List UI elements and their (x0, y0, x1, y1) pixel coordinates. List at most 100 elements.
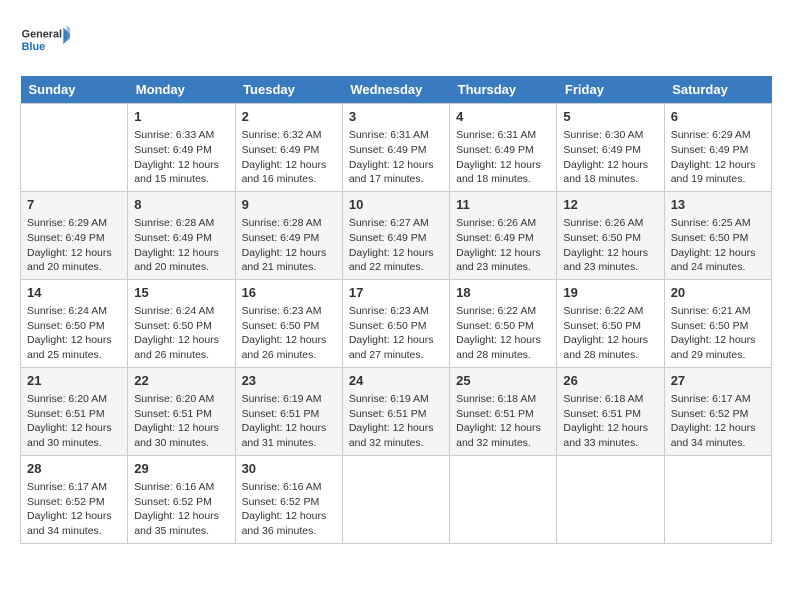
day-number: 26 (563, 372, 657, 390)
header: General Blue (20, 20, 772, 60)
day-number: 4 (456, 108, 550, 126)
column-header-thursday: Thursday (450, 76, 557, 104)
week-row-3: 14 Sunrise: 6:24 AM Sunset: 6:50 PM Dayli… (21, 279, 772, 367)
svg-text:General: General (22, 29, 62, 41)
day-info: Sunrise: 6:26 AM Sunset: 6:49 PM Dayligh… (456, 216, 550, 275)
day-cell (557, 455, 664, 543)
day-cell: 28Sunrise: 6:17 AM Sunset: 6:52 PM Dayli… (21, 455, 128, 543)
day-number: 19 (563, 284, 657, 302)
day-cell: 17Sunrise: 6:23 AM Sunset: 6:50 PM Dayli… (342, 279, 449, 367)
day-number: 11 (456, 196, 550, 214)
logo-svg: General Blue (20, 20, 70, 60)
column-header-monday: Monday (128, 76, 235, 104)
day-number: 1 (134, 108, 228, 126)
day-info: Sunrise: 6:25 AM Sunset: 6:50 PM Dayligh… (671, 216, 765, 275)
day-number: 7 (27, 196, 121, 214)
day-number: 14 (27, 284, 121, 302)
day-info: Sunrise: 6:22 AM Sunset: 6:50 PM Dayligh… (456, 304, 550, 363)
week-row-2: 7Sunrise: 6:29 AM Sunset: 6:49 PM Daylig… (21, 191, 772, 279)
day-number: 27 (671, 372, 765, 390)
day-number: 16 (242, 284, 336, 302)
day-number: 2 (242, 108, 336, 126)
day-number: 12 (563, 196, 657, 214)
day-number: 5 (563, 108, 657, 126)
day-info: Sunrise: 6:17 AM Sunset: 6:52 PM Dayligh… (671, 392, 765, 451)
column-header-sunday: Sunday (21, 76, 128, 104)
day-number: 24 (349, 372, 443, 390)
day-cell: 25 Sunrise: 6:18 AM Sunset: 6:51 PM Dayli… (450, 367, 557, 455)
day-info: Sunrise: 6:24 AM Sunset: 6:50 PM Dayligh… (134, 304, 228, 363)
day-info: Sunrise: 6:18 AM Sunset: 6:51 PM Dayligh… (456, 392, 550, 451)
column-header-tuesday: Tuesday (235, 76, 342, 104)
column-header-saturday: Saturday (664, 76, 771, 104)
day-number: 8 (134, 196, 228, 214)
day-number: 18 (456, 284, 550, 302)
day-cell: 5 Sunrise: 6:30 AM Sunset: 6:49 PM Daylig… (557, 104, 664, 192)
day-number: 10 (349, 196, 443, 214)
header-row: SundayMondayTuesdayWednesdayThursdayFrid… (21, 76, 772, 104)
logo: General Blue (20, 20, 70, 60)
day-info: Sunrise: 6:31 AM Sunset: 6:49 PM Dayligh… (456, 128, 550, 187)
day-cell (450, 455, 557, 543)
day-cell: 4 Sunrise: 6:31 AM Sunset: 6:49 PM Daylig… (450, 104, 557, 192)
day-cell: 10 Sunrise: 6:27 AM Sunset: 6:49 PM Dayli… (342, 191, 449, 279)
day-info: Sunrise: 6:16 AM Sunset: 6:52 PM Dayligh… (134, 480, 228, 539)
day-info: Sunrise: 6:32 AM Sunset: 6:49 PM Dayligh… (242, 128, 336, 187)
day-info: Sunrise: 6:30 AM Sunset: 6:49 PM Dayligh… (563, 128, 657, 187)
day-cell: 20 Sunrise: 6:21 AM Sunset: 6:50 PM Dayli… (664, 279, 771, 367)
day-info: Sunrise: 6:19 AM Sunset: 6:51 PM Dayligh… (349, 392, 443, 451)
day-cell (21, 104, 128, 192)
day-number: 13 (671, 196, 765, 214)
day-info: Sunrise: 6:27 AM Sunset: 6:49 PM Dayligh… (349, 216, 443, 275)
day-cell (342, 455, 449, 543)
day-cell: 13 Sunrise: 6:25 AM Sunset: 6:50 PM Dayli… (664, 191, 771, 279)
day-cell: 26 Sunrise: 6:18 AM Sunset: 6:51 PM Dayli… (557, 367, 664, 455)
week-row-5: 28Sunrise: 6:17 AM Sunset: 6:52 PM Dayli… (21, 455, 772, 543)
day-cell: 9Sunrise: 6:28 AM Sunset: 6:49 PM Daylig… (235, 191, 342, 279)
day-cell: 7Sunrise: 6:29 AM Sunset: 6:49 PM Daylig… (21, 191, 128, 279)
day-number: 6 (671, 108, 765, 126)
week-row-1: 1 Sunrise: 6:33 AM Sunset: 6:49 PM Daylig… (21, 104, 772, 192)
day-number: 20 (671, 284, 765, 302)
day-number: 17 (349, 284, 443, 302)
day-number: 3 (349, 108, 443, 126)
day-cell: 16 Sunrise: 6:23 AM Sunset: 6:50 PM Dayli… (235, 279, 342, 367)
day-info: Sunrise: 6:29 AM Sunset: 6:49 PM Dayligh… (671, 128, 765, 187)
day-cell: 24 Sunrise: 6:19 AM Sunset: 6:51 PM Dayli… (342, 367, 449, 455)
day-number: 23 (242, 372, 336, 390)
day-info: Sunrise: 6:20 AM Sunset: 6:51 PM Dayligh… (27, 392, 121, 451)
day-cell: 29Sunrise: 6:16 AM Sunset: 6:52 PM Dayli… (128, 455, 235, 543)
day-cell: 2 Sunrise: 6:32 AM Sunset: 6:49 PM Daylig… (235, 104, 342, 192)
day-info: Sunrise: 6:17 AM Sunset: 6:52 PM Dayligh… (27, 480, 121, 539)
day-info: Sunrise: 6:20 AM Sunset: 6:51 PM Dayligh… (134, 392, 228, 451)
day-cell: 14 Sunrise: 6:24 AM Sunset: 6:50 PM Dayli… (21, 279, 128, 367)
column-header-friday: Friday (557, 76, 664, 104)
day-number: 25 (456, 372, 550, 390)
day-info: Sunrise: 6:26 AM Sunset: 6:50 PM Dayligh… (563, 216, 657, 275)
day-info: Sunrise: 6:24 AM Sunset: 6:50 PM Dayligh… (27, 304, 121, 363)
week-row-4: 21 Sunrise: 6:20 AM Sunset: 6:51 PM Dayli… (21, 367, 772, 455)
day-cell: 23 Sunrise: 6:19 AM Sunset: 6:51 PM Dayli… (235, 367, 342, 455)
column-header-wednesday: Wednesday (342, 76, 449, 104)
day-cell: 21 Sunrise: 6:20 AM Sunset: 6:51 PM Dayli… (21, 367, 128, 455)
day-cell: 12 Sunrise: 6:26 AM Sunset: 6:50 PM Dayli… (557, 191, 664, 279)
day-info: Sunrise: 6:16 AM Sunset: 6:52 PM Dayligh… (242, 480, 336, 539)
day-cell: 19 Sunrise: 6:22 AM Sunset: 6:50 PM Dayli… (557, 279, 664, 367)
day-cell: 3 Sunrise: 6:31 AM Sunset: 6:49 PM Daylig… (342, 104, 449, 192)
day-info: Sunrise: 6:22 AM Sunset: 6:50 PM Dayligh… (563, 304, 657, 363)
day-info: Sunrise: 6:33 AM Sunset: 6:49 PM Dayligh… (134, 128, 228, 187)
day-info: Sunrise: 6:19 AM Sunset: 6:51 PM Dayligh… (242, 392, 336, 451)
day-info: Sunrise: 6:21 AM Sunset: 6:50 PM Dayligh… (671, 304, 765, 363)
day-cell: 30 Sunrise: 6:16 AM Sunset: 6:52 PM Dayli… (235, 455, 342, 543)
day-info: Sunrise: 6:18 AM Sunset: 6:51 PM Dayligh… (563, 392, 657, 451)
day-cell: 11 Sunrise: 6:26 AM Sunset: 6:49 PM Dayli… (450, 191, 557, 279)
day-info: Sunrise: 6:28 AM Sunset: 6:49 PM Dayligh… (134, 216, 228, 275)
day-cell: 18 Sunrise: 6:22 AM Sunset: 6:50 PM Dayli… (450, 279, 557, 367)
day-info: Sunrise: 6:28 AM Sunset: 6:49 PM Dayligh… (242, 216, 336, 275)
day-number: 21 (27, 372, 121, 390)
day-info: Sunrise: 6:23 AM Sunset: 6:50 PM Dayligh… (242, 304, 336, 363)
day-info: Sunrise: 6:31 AM Sunset: 6:49 PM Dayligh… (349, 128, 443, 187)
day-cell: 8 Sunrise: 6:28 AM Sunset: 6:49 PM Daylig… (128, 191, 235, 279)
day-number: 30 (242, 460, 336, 478)
day-number: 22 (134, 372, 228, 390)
